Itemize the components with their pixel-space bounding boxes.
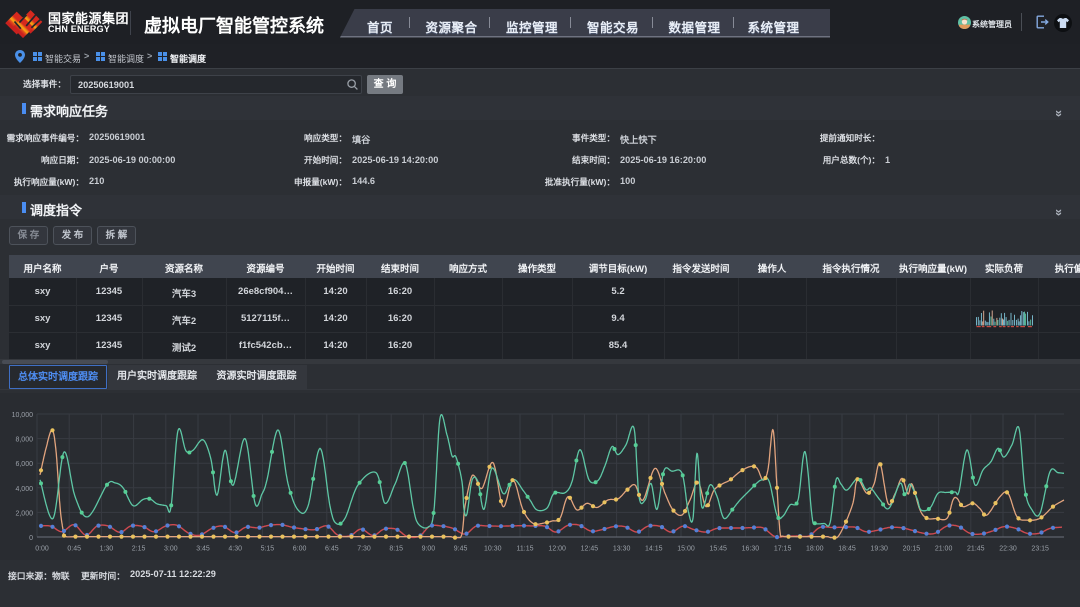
svg-text:6:45: 6:45 <box>325 546 339 553</box>
svg-text:3:45: 3:45 <box>196 546 210 553</box>
svg-text:23:15: 23:15 <box>1031 546 1049 553</box>
svg-text:2,000: 2,000 <box>15 510 33 517</box>
svg-text:6,000: 6,000 <box>15 461 33 468</box>
svg-text:21:00: 21:00 <box>935 546 953 553</box>
svg-text:18:45: 18:45 <box>838 546 856 553</box>
svg-text:10,000: 10,000 <box>12 412 34 419</box>
svg-text:12:45: 12:45 <box>581 546 599 553</box>
svg-text:4:30: 4:30 <box>228 546 242 553</box>
svg-text:1:30: 1:30 <box>100 546 114 553</box>
svg-text:18:00: 18:00 <box>806 546 824 553</box>
svg-text:11:15: 11:15 <box>517 546 534 553</box>
svg-text:10:30: 10:30 <box>484 546 502 553</box>
svg-text:15:00: 15:00 <box>677 546 695 553</box>
svg-text:8,000: 8,000 <box>15 437 33 444</box>
svg-text:20:15: 20:15 <box>903 546 921 553</box>
svg-text:15:45: 15:45 <box>709 546 727 553</box>
svg-text:13:30: 13:30 <box>613 546 631 553</box>
svg-text:16:30: 16:30 <box>742 546 760 553</box>
svg-text:17:15: 17:15 <box>774 546 792 553</box>
svg-text:5:15: 5:15 <box>261 546 275 553</box>
svg-text:3:00: 3:00 <box>164 546 178 553</box>
svg-text:19:30: 19:30 <box>870 546 888 553</box>
svg-text:9:00: 9:00 <box>422 546 436 553</box>
svg-text:8:15: 8:15 <box>389 546 403 553</box>
svg-text:6:00: 6:00 <box>293 546 307 553</box>
svg-text:2:15: 2:15 <box>132 546 146 553</box>
svg-text:0:45: 0:45 <box>67 546 81 553</box>
svg-text:0:00: 0:00 <box>35 546 49 553</box>
svg-text:9:45: 9:45 <box>454 546 468 553</box>
svg-text:22:30: 22:30 <box>999 546 1017 553</box>
svg-text:7:30: 7:30 <box>357 546 371 553</box>
svg-text:21:45: 21:45 <box>967 546 985 553</box>
svg-text:12:00: 12:00 <box>548 546 566 553</box>
svg-text:14:15: 14:15 <box>645 546 663 553</box>
svg-text:0: 0 <box>29 535 33 542</box>
svg-text:4,000: 4,000 <box>15 486 33 493</box>
